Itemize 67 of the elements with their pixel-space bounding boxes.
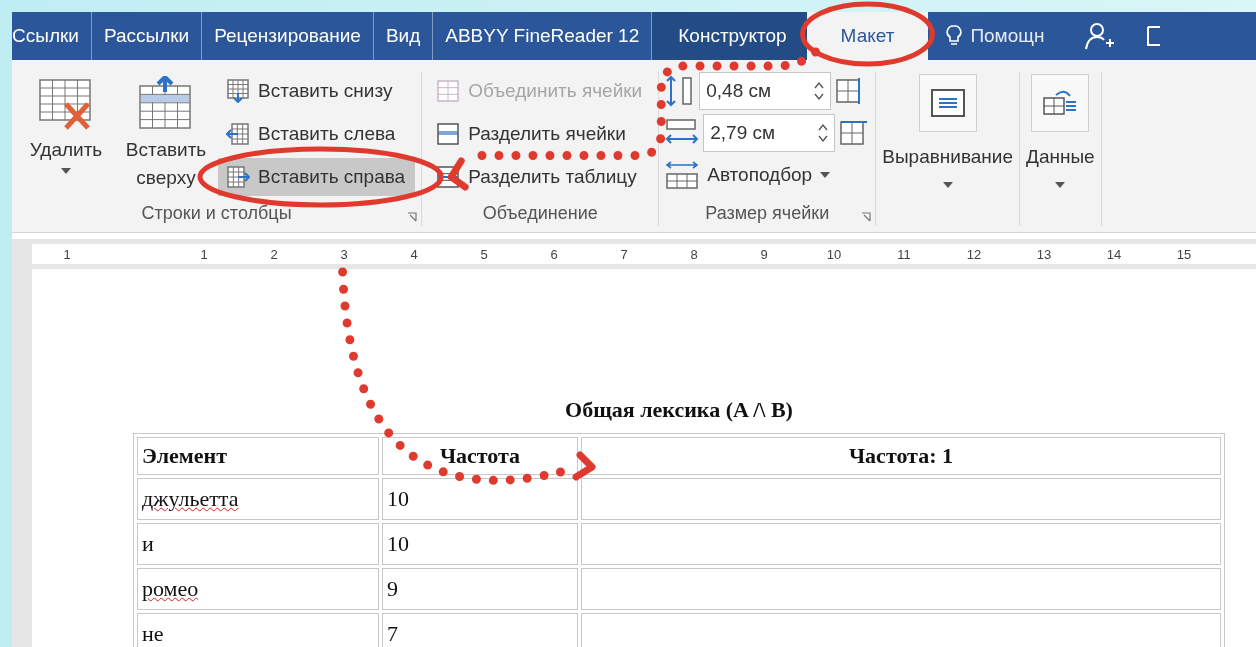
table-cell: ромео (142, 576, 199, 601)
caret-icon (61, 167, 71, 174)
table-cell: джульетта (142, 486, 239, 511)
autofit-icon (665, 160, 700, 190)
lightbulb-icon (946, 24, 963, 48)
ruler-number: 13 (1035, 246, 1053, 262)
table-cell: 10 (387, 486, 409, 511)
column-header: Элемент (137, 437, 379, 475)
table-cell: и (142, 531, 154, 556)
merge-cells-icon (436, 79, 461, 103)
table-cell: 10 (387, 531, 409, 556)
ribbon-button[interactable]: Вставить справа (218, 158, 416, 196)
ribbon-button[interactable]: Удалить (18, 72, 114, 200)
ruler-number: 12 (965, 246, 983, 262)
size-spin-field[interactable]: 0,48 см (699, 72, 832, 110)
ribbon-button[interactable]: Вставить снизу (218, 72, 416, 110)
ruler-number: 14 (1105, 246, 1123, 262)
ruler-number: 3 (339, 246, 349, 262)
table-cell: 7 (387, 621, 398, 646)
table-insert-below-icon (226, 79, 250, 103)
help-search-link[interactable]: Помощн (970, 25, 1045, 47)
ribbon-button[interactable]: Разделить ячейки (428, 115, 653, 153)
ruler-number: 4 (409, 246, 419, 262)
table-insert-above-icon (138, 76, 194, 132)
ribbon-button[interactable]: Вставить слева (218, 115, 416, 153)
split-cells-icon (436, 122, 461, 146)
group-label: Размер ячейки (705, 202, 830, 224)
ruler-number: 5 (479, 246, 489, 262)
column-header: Частота (382, 437, 578, 475)
ruler-number: 7 (619, 246, 629, 262)
caret-icon (1055, 182, 1066, 188)
ribbon-tab[interactable]: Конструктор (652, 12, 807, 60)
spin-arrows-icon (818, 123, 829, 143)
alignment-icon (929, 88, 966, 118)
group-label: Строки и столбцы (141, 202, 292, 224)
ribbon-button[interactable]: Разделить таблицу (428, 158, 653, 196)
ruler-number: 9 (759, 246, 769, 262)
ribbon-menu-button[interactable]: Выравнивание (876, 72, 1020, 190)
distribute-columns-icon (839, 118, 870, 148)
spin-arrows-icon (814, 81, 825, 101)
table-insert-left-icon (226, 122, 250, 146)
ribbon-button[interactable]: Вставить сверху (118, 72, 214, 200)
ribbon-tab[interactable]: Макет (806, 12, 929, 60)
ruler-number: 11 (896, 246, 912, 262)
table-cell: не (142, 621, 164, 646)
add-person-icon[interactable] (1084, 21, 1117, 51)
ruler-number: 6 (549, 246, 559, 262)
ruler-number: 10 (825, 246, 843, 262)
column-header: Частота: 1 (581, 437, 1221, 475)
table-insert-right-icon (226, 165, 250, 189)
table-delete-icon (38, 76, 94, 132)
ruler-number: 1 (199, 246, 209, 262)
dialog-launcher-icon[interactable] (407, 212, 418, 222)
ruler-number: 1 (62, 246, 72, 262)
autofit-button[interactable]: Автоподбор (665, 156, 870, 194)
size-spin-field[interactable]: 2,79 см (703, 114, 836, 152)
ruler-number: 15 (1175, 246, 1193, 262)
group-label: Объединение (482, 202, 598, 224)
table-cell: 9 (387, 576, 398, 601)
ruler-number: 8 (689, 246, 699, 262)
dialog-launcher-icon[interactable] (861, 212, 872, 222)
table-data-icon (1042, 88, 1079, 118)
document-heading: Общая лексика (A /\ B) (565, 397, 793, 423)
ruler-number: 2 (269, 246, 279, 262)
caret-icon (942, 182, 953, 188)
caret-icon (820, 172, 831, 178)
ribbon-menu-button[interactable]: Данные (1020, 72, 1101, 190)
